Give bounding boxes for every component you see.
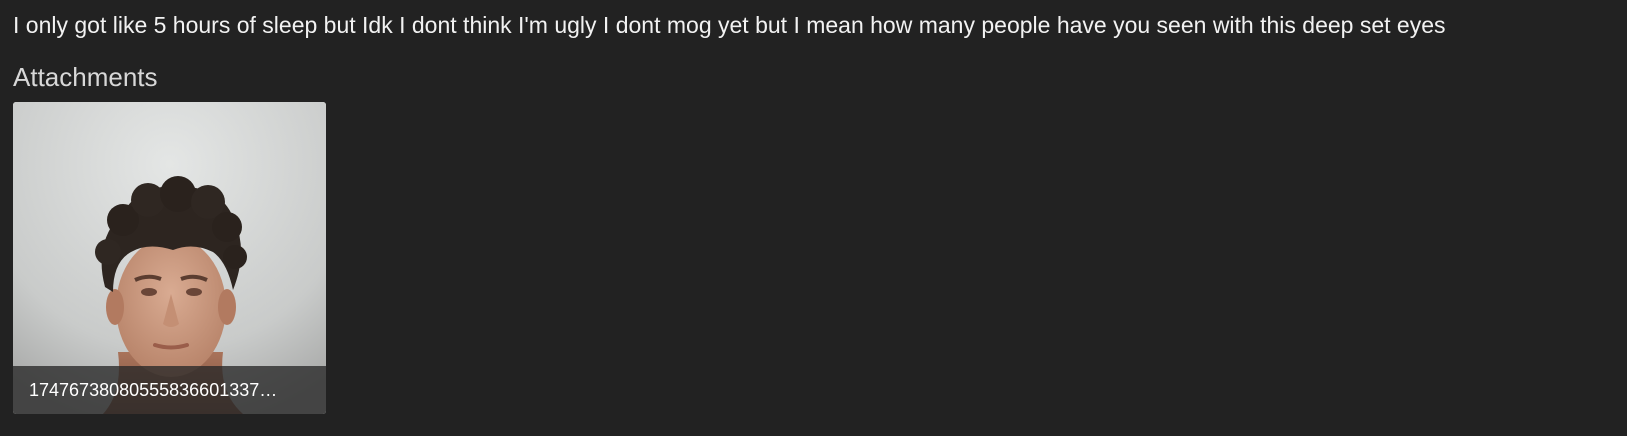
post-text: I only got like 5 hours of sleep but Idk… [13,12,1446,38]
attachments-heading: Attachments [13,62,158,92]
attachment-filename[interactable]: 17476738080555836601337… [13,366,326,414]
attachment-card[interactable]: 17476738080555836601337… [13,102,326,414]
